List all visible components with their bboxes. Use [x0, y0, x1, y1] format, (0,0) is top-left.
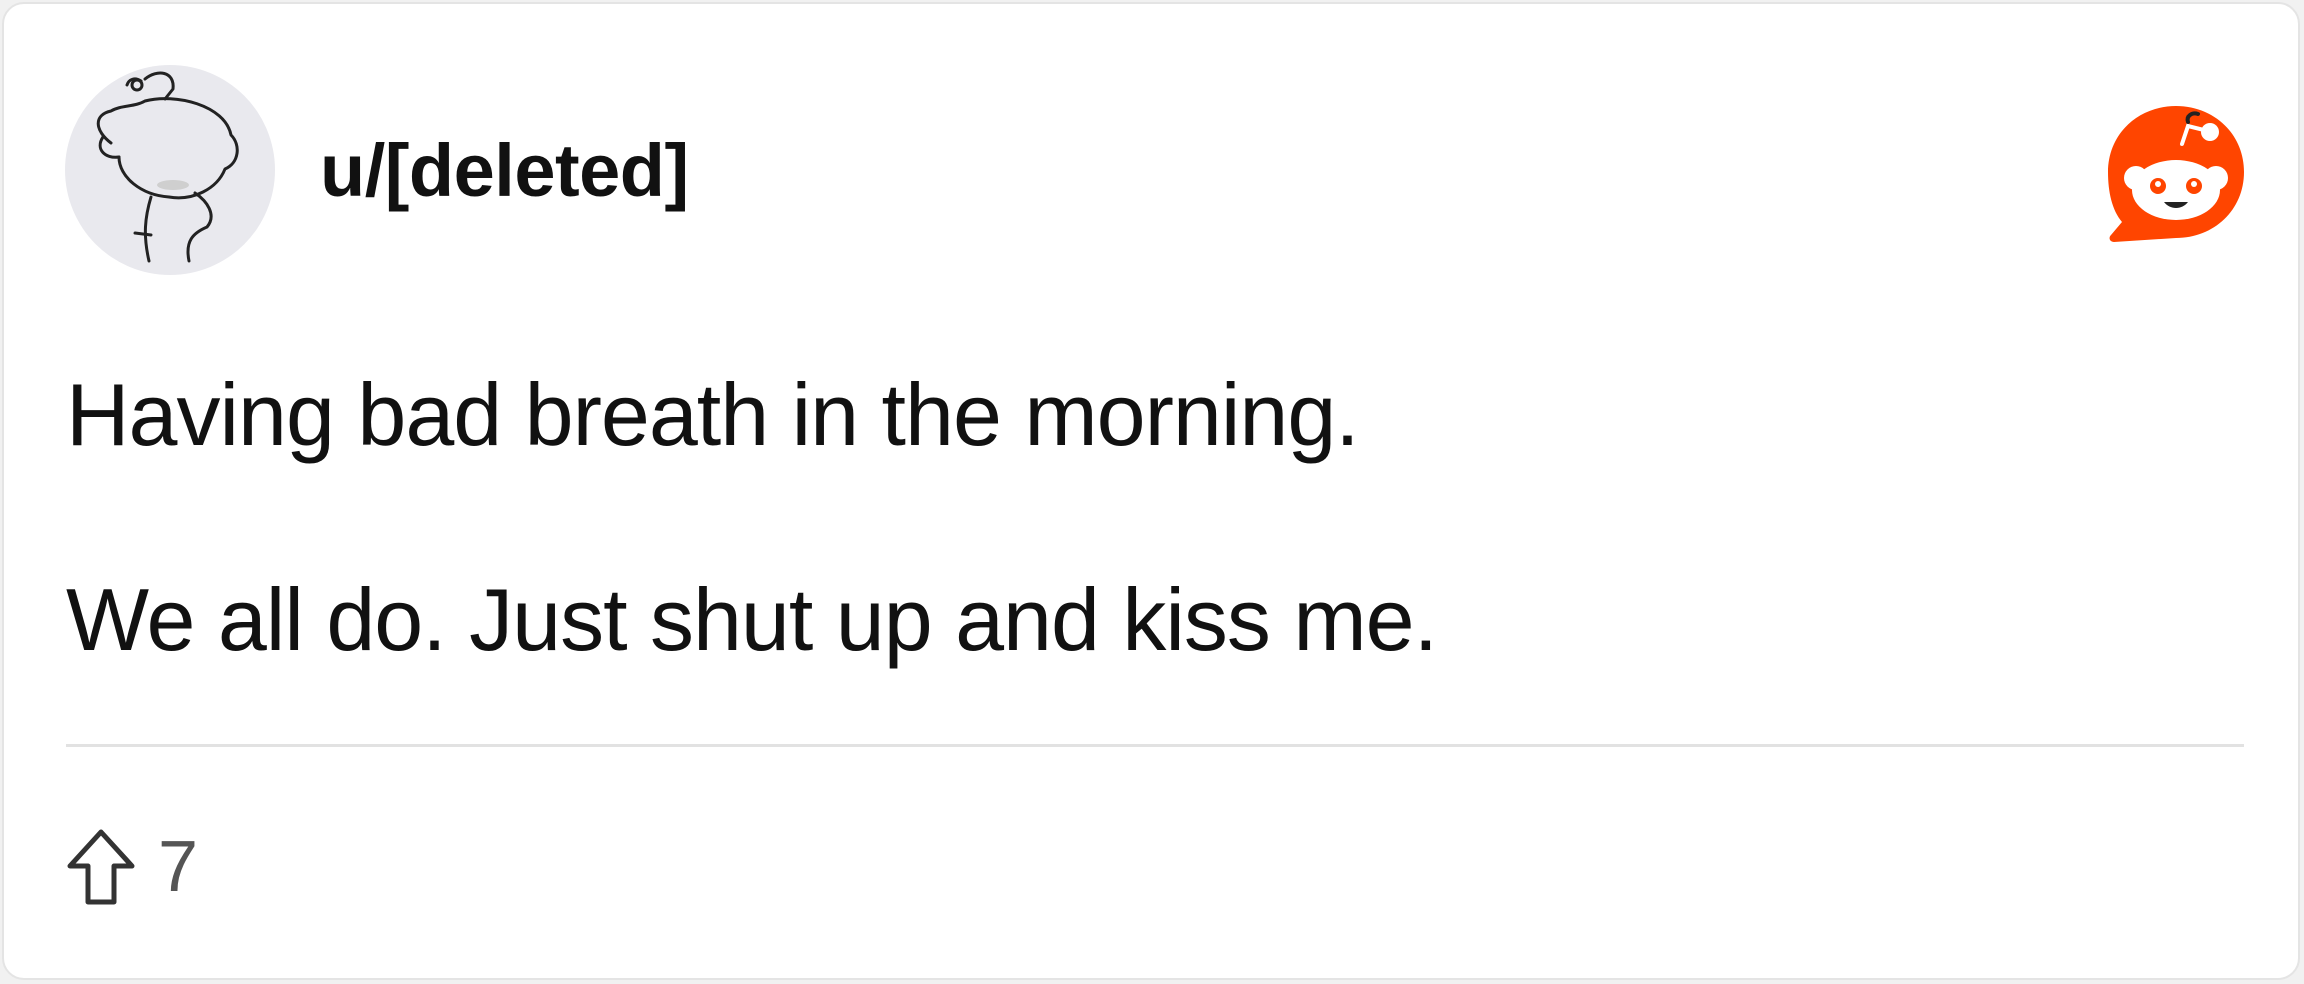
vote-bar: 7: [66, 822, 198, 912]
divider: [66, 744, 2244, 747]
upvote-arrow-icon[interactable]: [66, 828, 136, 906]
comment-text-line: Having bad breath in the morning.: [66, 365, 1360, 464]
username[interactable]: u/[deleted]: [320, 126, 689, 216]
user-avatar[interactable]: [65, 65, 275, 275]
snoo-avatar-icon: [96, 71, 239, 263]
comment-text-line: We all do. Just shut up and kiss me.: [66, 570, 1438, 669]
upvote-count: 7: [158, 827, 199, 907]
comment-card: u/[deleted] Having bad breath in the mor…: [2, 2, 2300, 980]
reddit-logo-icon: [2108, 106, 2244, 242]
reddit-logo: [2102, 102, 2250, 250]
